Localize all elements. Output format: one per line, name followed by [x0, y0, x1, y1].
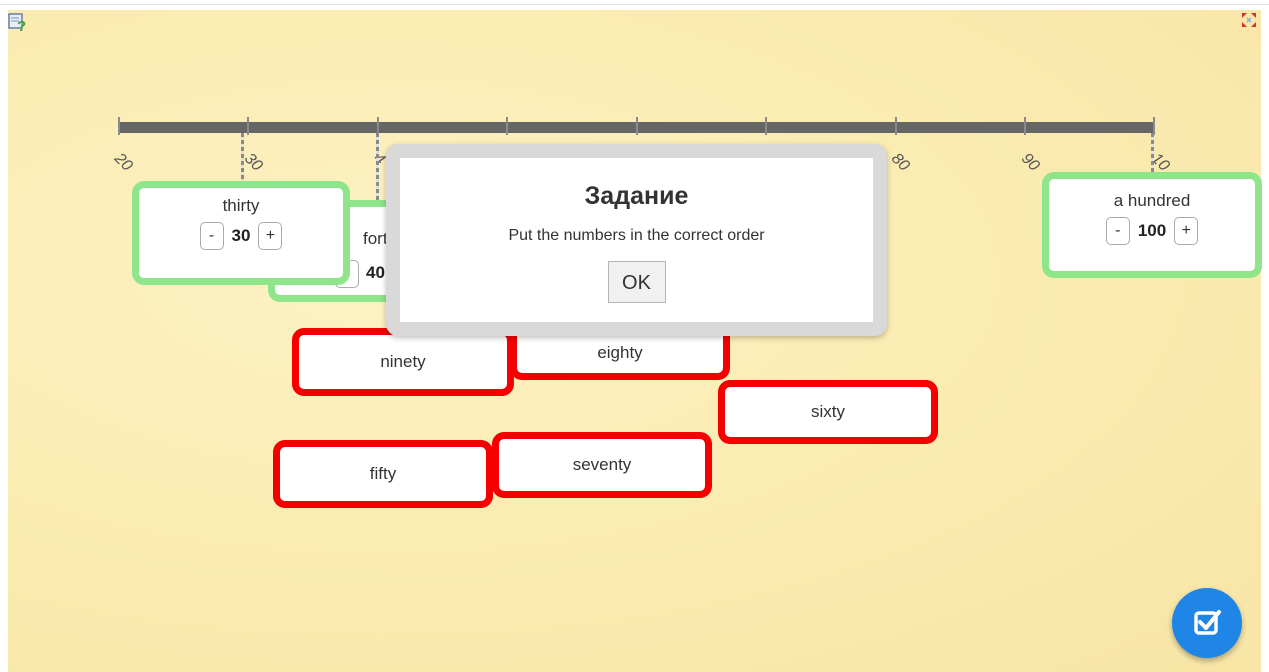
tick-50 [506, 117, 508, 135]
card-ninety[interactable]: ninety [292, 328, 514, 396]
ok-button[interactable]: OK [607, 261, 666, 303]
dialog-message: Put the numbers in the correct order [508, 227, 765, 244]
tick-60 [636, 117, 638, 135]
card-fifty-label: fifty [369, 464, 397, 483]
dialog-title: Задание [584, 182, 689, 210]
tick-30 [247, 117, 249, 135]
card-thirty-minus-button[interactable]: - [199, 222, 224, 250]
card-ninety-label: ninety [380, 352, 426, 371]
card-a-hundred-label: a hundred [1113, 191, 1191, 210]
top-border [0, 4, 1269, 5]
card-seventy-label: seventy [572, 455, 632, 474]
card-eighty-label: eighty [597, 343, 643, 362]
check-answer-button[interactable] [1172, 588, 1242, 658]
tick-80 [895, 117, 897, 135]
card-fifty[interactable]: fifty [273, 440, 493, 508]
card-a-hundred-value: 100 [1137, 221, 1167, 240]
fullscreen-toggle-icon[interactable] [1240, 11, 1258, 29]
card-thirty-stepper: - 30 + [139, 222, 343, 250]
connector-40 [376, 133, 379, 205]
card-a-hundred[interactable]: a hundred - 100 + [1042, 172, 1262, 278]
help-question-icon[interactable]: ? [8, 12, 28, 32]
card-thirty-label: thirty [222, 196, 260, 215]
card-sixty[interactable]: sixty [718, 380, 938, 444]
card-thirty[interactable]: thirty - 30 + [132, 181, 350, 285]
card-thirty-plus-button[interactable]: + [258, 222, 283, 250]
tick-90 [1024, 117, 1026, 135]
connector-100 [1151, 133, 1154, 177]
card-thirty-value: 30 [231, 226, 251, 245]
card-a-hundred-plus-button[interactable]: + [1174, 217, 1199, 245]
card-forty-value: 40 [366, 263, 385, 282]
card-a-hundred-stepper: - 100 + [1049, 217, 1255, 245]
card-seventy[interactable]: seventy [492, 432, 712, 498]
task-dialog: Задание Put the numbers in the correct o… [386, 144, 887, 336]
tick-70 [765, 117, 767, 135]
tick-20 [118, 117, 120, 135]
connector-30 [241, 133, 244, 185]
card-a-hundred-minus-button[interactable]: - [1105, 217, 1130, 245]
card-forty-label: fort [363, 229, 388, 248]
task-dialog-body: Задание Put the numbers in the correct o… [400, 158, 873, 322]
svg-text:?: ? [17, 18, 26, 32]
card-sixty-label: sixty [811, 402, 845, 421]
check-square-icon [1194, 610, 1221, 635]
